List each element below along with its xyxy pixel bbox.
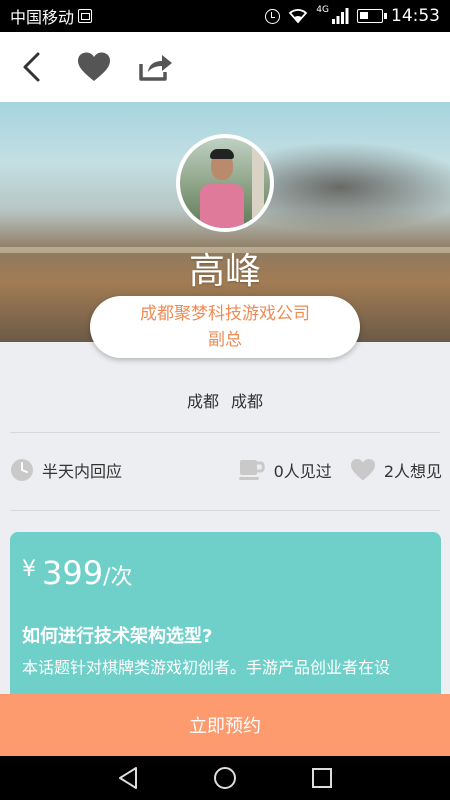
coffee-cup-icon bbox=[238, 460, 265, 480]
reply-time-stat: 半天内回应 bbox=[10, 458, 122, 482]
circle-home-icon bbox=[213, 767, 236, 789]
company-badge: 成都聚梦科技游戏公司 副总 bbox=[90, 296, 360, 358]
company-name: 成都聚梦科技游戏公司 bbox=[140, 304, 310, 324]
met-count-stat: 0人见过 bbox=[238, 458, 332, 482]
carrier-label: 中国移动 bbox=[10, 8, 75, 27]
currency-symbol: ¥ bbox=[22, 557, 36, 582]
signal-icon bbox=[332, 8, 349, 24]
share-button[interactable] bbox=[136, 47, 176, 87]
job-title: 副总 bbox=[208, 330, 242, 350]
nav-recents-button[interactable] bbox=[307, 763, 337, 793]
want-count-label: 2人想见 bbox=[383, 462, 442, 481]
wifi-icon bbox=[289, 9, 308, 24]
divider-bottom bbox=[10, 510, 440, 511]
back-button[interactable] bbox=[12, 47, 52, 87]
divider-top bbox=[10, 432, 440, 433]
want-count-stat: 2人想见 bbox=[350, 458, 442, 482]
reply-time-label: 半天内回应 bbox=[42, 462, 123, 481]
favorite-button[interactable] bbox=[74, 47, 114, 87]
topic-title: 如何进行技术架构选型? bbox=[22, 626, 213, 647]
nav-back-button[interactable] bbox=[113, 763, 143, 793]
clock-icon bbox=[11, 459, 33, 481]
heart-outline-icon bbox=[350, 459, 375, 481]
heart-icon bbox=[78, 52, 110, 81]
square-recents-icon bbox=[311, 768, 332, 788]
book-now-button[interactable]: 立即预约 bbox=[0, 694, 450, 756]
profile-name: 高峰 bbox=[188, 251, 261, 292]
sim-icon bbox=[78, 9, 93, 23]
alarm-icon bbox=[265, 8, 281, 24]
system-nav-bar bbox=[0, 756, 450, 800]
battery-icon bbox=[357, 9, 387, 23]
price: ¥ 399 /次 bbox=[22, 554, 429, 592]
network-type-label: 4G bbox=[316, 5, 329, 15]
location: 成都 成都 bbox=[0, 388, 450, 412]
back-icon bbox=[23, 52, 40, 82]
triangle-back-icon bbox=[119, 767, 138, 789]
topic-description: 本话题针对棋牌类游戏初创者。手游产品创业者在设 bbox=[22, 658, 391, 677]
share-icon bbox=[139, 55, 172, 81]
stats-row: 半天内回应 0人见过 2人想见 bbox=[10, 452, 442, 488]
met-count-label: 0人见过 bbox=[273, 462, 332, 481]
top-toolbar bbox=[0, 32, 450, 102]
clock: 14:53 bbox=[391, 6, 440, 26]
status-bar: 中国移动 4G 14:53 bbox=[0, 0, 450, 32]
location-province: 成都 bbox=[186, 392, 219, 411]
price-amount: 399 bbox=[42, 554, 104, 592]
location-city: 成都 bbox=[231, 392, 264, 411]
avatar[interactable] bbox=[176, 134, 274, 232]
price-unit: /次 bbox=[103, 565, 133, 590]
nav-home-button[interactable] bbox=[210, 763, 240, 793]
